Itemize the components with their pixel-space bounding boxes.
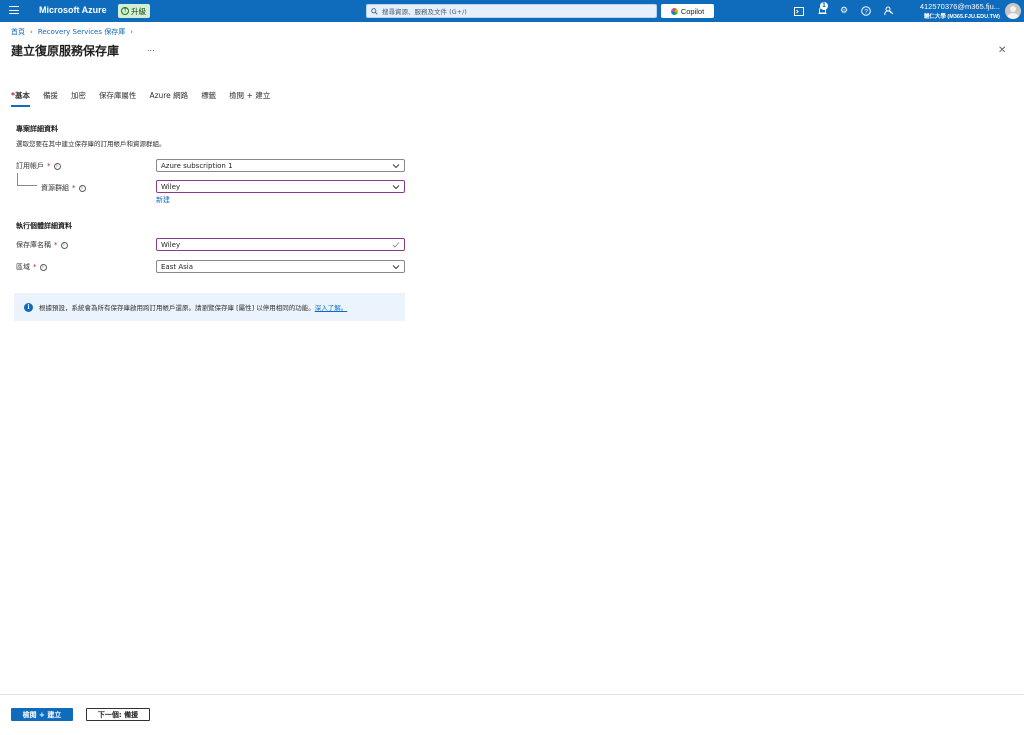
info-circle-icon: i bbox=[24, 302, 33, 312]
tab-label: 檢閱 + 建立 bbox=[229, 91, 271, 100]
search-icon bbox=[371, 7, 378, 15]
breadcrumb-home[interactable]: 首頁 bbox=[11, 27, 25, 37]
region-label-text: 區域 bbox=[16, 263, 30, 271]
tab-label: 保存庫屬性 bbox=[98, 91, 137, 100]
project-details-heading: 專案詳細資料 bbox=[16, 125, 58, 133]
required-marker: * bbox=[47, 162, 51, 170]
account-org: 輔仁大學 (M365.FJU.EDU.TW) bbox=[923, 14, 1000, 20]
required-marker: * bbox=[54, 241, 58, 249]
feedback-icon[interactable] bbox=[883, 5, 895, 17]
checkmark-icon bbox=[392, 242, 400, 248]
subscription-value: Azure subscription 1 bbox=[161, 161, 233, 170]
resource-group-dropdown[interactable]: Wiley bbox=[156, 180, 405, 193]
cloud-shell-icon[interactable] bbox=[793, 5, 805, 17]
copilot-button[interactable]: Copilot bbox=[661, 4, 714, 18]
subscription-label: 訂用帳戶 * i bbox=[16, 161, 61, 171]
info-icon[interactable]: i bbox=[60, 241, 68, 249]
upgrade-label: 升級 bbox=[131, 6, 146, 16]
review-create-button[interactable]: 檢閱 + 建立 bbox=[11, 708, 73, 721]
tab-5[interactable]: 標籤 bbox=[201, 90, 216, 107]
search-placeholder: 搜尋資源、服務及文件 (G+/) bbox=[382, 8, 467, 16]
subscription-dropdown[interactable]: Azure subscription 1 bbox=[156, 159, 405, 172]
tab-0[interactable]: *基本 bbox=[11, 90, 30, 107]
upgrade-button[interactable]: ↑ 升級 bbox=[118, 4, 150, 18]
top-bar: Microsoft Azure ↑ 升級 搜尋資源、服務及文件 (G+/) Co… bbox=[0, 0, 1024, 22]
info-icon[interactable]: i bbox=[39, 263, 47, 271]
account-email: 412570376@m365.fju... bbox=[919, 2, 1000, 11]
breadcrumb: 首頁 › Recovery Services 保存庫 › bbox=[11, 27, 133, 37]
create-new-resource-group-link[interactable]: 新建 bbox=[156, 195, 170, 205]
chevron-down-icon bbox=[392, 265, 400, 270]
tab-label: Azure 網路 bbox=[149, 91, 189, 100]
svg-text:?: ? bbox=[864, 8, 868, 15]
required-marker: * bbox=[33, 263, 37, 271]
tab-3[interactable]: 保存庫屬性 bbox=[99, 90, 137, 107]
page-title: 建立復原服務保存庫 bbox=[11, 44, 120, 58]
chevron-right-icon: › bbox=[130, 28, 134, 36]
more-options-icon[interactable]: ... bbox=[147, 44, 155, 53]
chevron-down-icon bbox=[392, 185, 400, 190]
region-value: East Asia bbox=[161, 262, 193, 271]
tab-4[interactable]: Azure 網路 bbox=[149, 90, 188, 107]
region-dropdown[interactable]: East Asia bbox=[156, 260, 405, 273]
vault-name-label: 保存庫名稱 * i bbox=[16, 240, 68, 250]
required-marker: * bbox=[72, 184, 76, 192]
next-redundancy-button[interactable]: 下一個: 備援 bbox=[86, 708, 150, 721]
brand-title[interactable]: Microsoft Azure bbox=[39, 5, 107, 15]
info-icon[interactable]: i bbox=[53, 162, 61, 170]
copilot-label: Copilot bbox=[680, 6, 705, 16]
learn-more-link[interactable]: 深入了解。 bbox=[315, 304, 348, 312]
vault-name-value: Wiley bbox=[161, 240, 181, 249]
chevron-down-icon bbox=[392, 164, 400, 169]
hierarchy-connector bbox=[17, 173, 37, 186]
copilot-icon bbox=[670, 7, 678, 15]
tab-1[interactable]: 備援 bbox=[43, 90, 58, 107]
upgrade-icon: ↑ bbox=[121, 7, 129, 15]
project-details-description: 選取您要在其中建立保存庫的訂用帳戶和資源群組。 bbox=[16, 140, 166, 148]
settings-gear-icon[interactable]: ⚙ bbox=[838, 5, 850, 17]
tab-label: 基本 bbox=[14, 91, 30, 100]
info-icon[interactable]: i bbox=[78, 184, 86, 192]
footer-bar: 檢閱 + 建立 下一個: 備援 bbox=[0, 694, 1024, 735]
tab-2[interactable]: 加密 bbox=[71, 90, 86, 107]
tab-bar: *基本 備援 加密 保存庫屬性 Azure 網路 標籤 檢閱 + 建立 bbox=[11, 90, 270, 107]
tab-label: 加密 bbox=[70, 91, 86, 100]
tab-label: 標籤 bbox=[201, 91, 217, 100]
vault-name-input[interactable]: Wiley bbox=[156, 238, 405, 251]
tab-label: 備援 bbox=[42, 91, 58, 100]
search-input[interactable]: 搜尋資源、服務及文件 (G+/) bbox=[366, 4, 657, 18]
avatar[interactable] bbox=[1005, 3, 1021, 19]
breadcrumb-vaults[interactable]: Recovery Services 保存庫 bbox=[38, 27, 125, 37]
info-message-text: 根據預設，系統會為所有保存庫啟用跨訂用帳戶還原。請瀏覽保存庫 [屬性] 以停用相… bbox=[39, 304, 315, 312]
instance-details-heading: 執行個體詳細資料 bbox=[16, 222, 72, 230]
notification-count-badge: 1 bbox=[820, 2, 828, 10]
resource-group-label: 資源群組 * i bbox=[41, 183, 86, 193]
help-icon[interactable]: ? bbox=[860, 5, 872, 17]
menu-icon[interactable] bbox=[9, 6, 19, 16]
account-info[interactable]: 412570376@m365.fju... 輔仁大學 (M365.FJU.EDU… bbox=[920, 2, 1000, 20]
close-icon[interactable]: ✕ bbox=[998, 45, 1006, 56]
resource-group-label-text: 資源群組 bbox=[41, 184, 69, 192]
tab-6[interactable]: 檢閱 + 建立 bbox=[229, 90, 270, 107]
vault-name-label-text: 保存庫名稱 bbox=[16, 241, 51, 249]
resource-group-value: Wiley bbox=[161, 182, 181, 191]
subscription-label-text: 訂用帳戶 bbox=[16, 162, 44, 170]
chevron-right-icon: › bbox=[30, 28, 33, 36]
info-message-bar: i 根據預設，系統會為所有保存庫啟用跨訂用帳戶還原。請瀏覽保存庫 [屬性] 以停… bbox=[14, 293, 405, 321]
region-label: 區域 * i bbox=[16, 262, 47, 272]
